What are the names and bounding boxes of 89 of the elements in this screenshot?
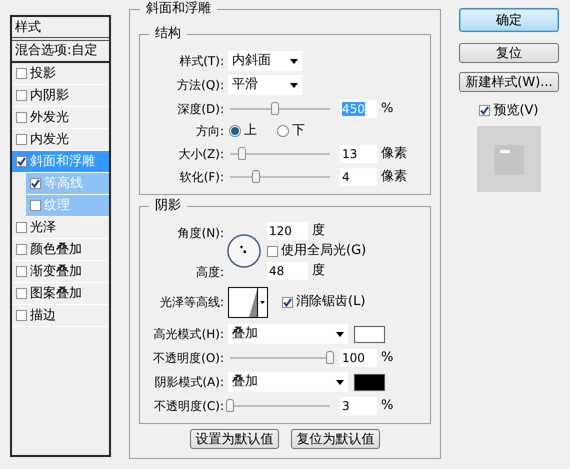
caret-icon (260, 300, 265, 304)
checkbox[interactable] (479, 105, 490, 116)
checkbox[interactable] (16, 90, 27, 101)
field-label: 样式(T): (178, 53, 224, 70)
field-label: 阴影模式(A): (153, 374, 224, 391)
section-title: 结构 (149, 26, 187, 42)
dropdown-value: 平滑 (232, 76, 258, 94)
number-field[interactable]: 13 (340, 144, 377, 162)
style-list-item[interactable]: 图案叠加 (12, 283, 109, 305)
slider-thumb[interactable] (326, 351, 334, 364)
anti-alias-checkbox[interactable]: 消除锯齿(L) (282, 292, 366, 312)
preview-thumbnail (477, 126, 541, 192)
checkbox[interactable] (267, 246, 278, 256)
style-list-item[interactable]: 内阴影 (12, 85, 109, 107)
field-label: 不透明度(C): (153, 398, 224, 415)
angle-dial[interactable] (227, 234, 261, 268)
field-label: 角度(N): (176, 225, 224, 242)
style-list-item[interactable]: 渐变叠加 (12, 261, 109, 283)
unit-label: 度 (312, 262, 325, 280)
style-list-item[interactable]: 描边 (12, 305, 109, 327)
preview-checkbox[interactable]: 预览(V) (479, 101, 539, 120)
dialog-button[interactable]: 确定 (459, 8, 559, 32)
dropdown[interactable]: 叠加 (228, 372, 348, 392)
default-button[interactable]: 复位为默认值 (291, 429, 380, 449)
dialog-button[interactable]: 新建样式(W)... (459, 72, 559, 92)
default-button[interactable]: 设置为默认值 (190, 429, 279, 449)
group-title: 斜面和浮雕 (140, 1, 217, 17)
dropdown-value: 内斜面 (232, 52, 271, 70)
unit-label: 像素 (381, 144, 407, 163)
number-field[interactable]: 120 (267, 222, 308, 240)
checkbox[interactable] (30, 200, 41, 211)
color-swatch[interactable] (354, 326, 385, 342)
dropdown[interactable]: 平滑 (228, 75, 302, 95)
field-label: 大小(Z): (177, 146, 224, 162)
radio-option[interactable]: 上 (229, 121, 257, 141)
field-label: 高度: (194, 264, 224, 281)
unit-label: 像素 (381, 168, 407, 186)
caret-icon (290, 58, 298, 64)
slider-thumb[interactable] (226, 399, 234, 412)
color-swatch[interactable] (354, 374, 385, 390)
checkbox[interactable] (16, 134, 27, 145)
contour-picker[interactable] (228, 286, 268, 318)
style-list-item[interactable]: 投影 (12, 63, 109, 85)
number-field[interactable]: 100 (340, 349, 377, 367)
field-label: 软化(F): (178, 168, 224, 186)
radio-dot-icon (231, 127, 239, 135)
dropdown[interactable]: 叠加 (228, 324, 348, 344)
dropdown[interactable]: 内斜面 (228, 51, 302, 71)
dropdown-value: 叠加 (232, 325, 258, 344)
checkbox[interactable] (16, 266, 27, 277)
unit-label: % (381, 349, 394, 368)
radio-option[interactable]: 下 (277, 121, 305, 141)
field-label: 方法(Q): (176, 77, 224, 94)
field-label: 光泽等高线: (158, 294, 224, 311)
checkbox[interactable] (16, 156, 27, 167)
sidebar-heading: 样式 (12, 17, 109, 41)
slider-thumb[interactable] (271, 102, 279, 114)
contour-icon (249, 290, 257, 316)
dropdown-value: 叠加 (232, 373, 258, 392)
style-list-item[interactable]: 光泽 (12, 217, 109, 239)
checkbox[interactable] (16, 288, 27, 299)
field-label: 不透明度(O): (152, 350, 224, 367)
checkbox[interactable] (16, 310, 27, 321)
style-list-item[interactable]: 外发光 (12, 107, 109, 129)
blend-options-item[interactable]: 混合选项:自定 (12, 41, 109, 63)
unit-label: 度 (312, 222, 325, 240)
global-light-checkbox[interactable]: 使用全局光(G) (267, 241, 366, 261)
dialog-button[interactable]: 复位 (459, 43, 559, 63)
section-title: 阴影 (149, 198, 187, 214)
caret-icon (336, 380, 344, 384)
unit-label: % (381, 100, 394, 118)
number-field[interactable]: 48 (267, 262, 308, 280)
slider-thumb[interactable] (252, 170, 260, 182)
checkbox[interactable] (282, 296, 293, 308)
checkbox[interactable] (30, 178, 41, 189)
caret-icon (290, 82, 298, 88)
field-label: 方向: (194, 123, 224, 140)
caret-icon (336, 332, 344, 336)
checkbox[interactable] (16, 112, 27, 123)
unit-label: % (381, 397, 394, 416)
checkbox[interactable] (16, 244, 27, 255)
checkbox[interactable] (16, 68, 27, 79)
field-label: 深度(D): (176, 100, 224, 118)
number-field[interactable]: 3 (340, 397, 377, 415)
style-list-item[interactable]: 颜色叠加 (12, 239, 109, 261)
number-field[interactable]: 4 (340, 168, 377, 186)
checkbox[interactable] (16, 222, 27, 233)
slider-thumb[interactable] (238, 146, 246, 160)
field-label: 高光模式(H): (152, 326, 224, 343)
